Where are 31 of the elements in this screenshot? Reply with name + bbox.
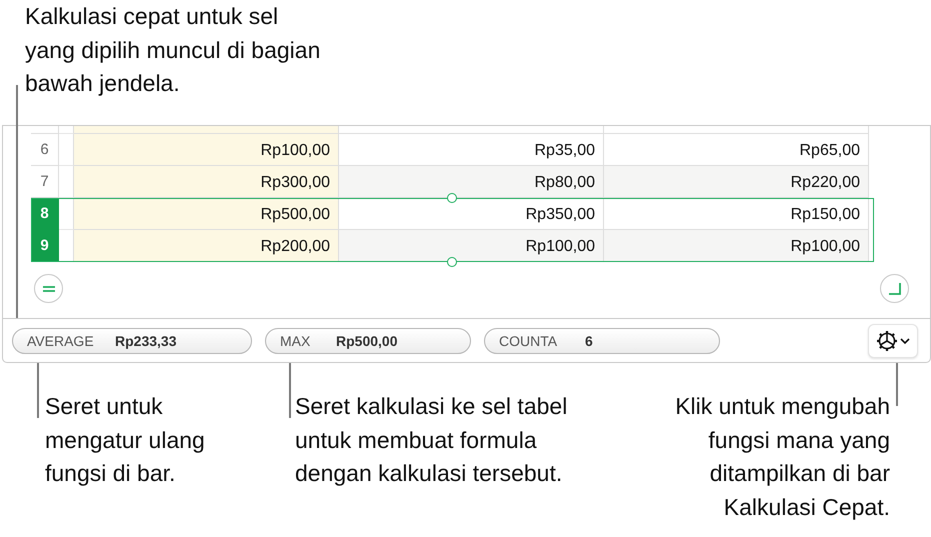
settings-button[interactable] <box>868 324 918 358</box>
table-cell: Rp80,00 <box>339 166 604 198</box>
formula-button[interactable] <box>34 274 63 303</box>
callout-text: Seret untuk mengatur ulang fungsi di bar. <box>45 392 206 488</box>
table-cell: Rp100,00 <box>604 230 869 262</box>
leader-line <box>37 363 39 418</box>
selection-handle[interactable] <box>447 257 457 267</box>
row-number[interactable]: 7 <box>31 166 59 198</box>
table-cell: Rp100,00 <box>339 230 604 262</box>
row-number[interactable]: 9 <box>31 230 59 262</box>
quick-calc-pill[interactable]: MAX Rp500,00 <box>265 328 471 354</box>
table-cell: Rp100,00 <box>74 134 339 166</box>
chevron-icon <box>900 337 910 345</box>
resize-button[interactable] <box>880 274 909 303</box>
quick-calc-pill[interactable]: AVERAGE Rp233,33 <box>12 328 252 354</box>
leader-line <box>896 363 898 406</box>
row-number[interactable]: 8 <box>31 198 59 230</box>
callout-text: Kalkulasi cepat untuk sel yang dipilih muncul di bagian bawah jendela. <box>25 2 322 98</box>
corner-icon <box>888 282 902 296</box>
row-number[interactable]: 6 <box>31 134 59 166</box>
leader-line <box>289 363 291 418</box>
table-cell: Rp220,00 <box>604 166 869 198</box>
callout-text: Seret kalkulasi ke sel tabel untuk membuat formula dengan kalkulasi tersebut. <box>295 392 568 488</box>
table-cell: Rp500,00 <box>74 198 339 230</box>
equals-icon <box>42 284 56 294</box>
quick-calc-pill[interactable]: COUNTA 6 <box>484 328 720 354</box>
selection-handle[interactable] <box>447 193 457 203</box>
settings-icon <box>876 330 898 352</box>
callout-text: Klik untuk mengubah fungsi mana yang ditampilkan di bar Kalkulasi Cepat. <box>674 392 890 522</box>
table-cell: Rp200,00 <box>74 230 339 262</box>
table-cell: Rp300,00 <box>74 166 339 198</box>
